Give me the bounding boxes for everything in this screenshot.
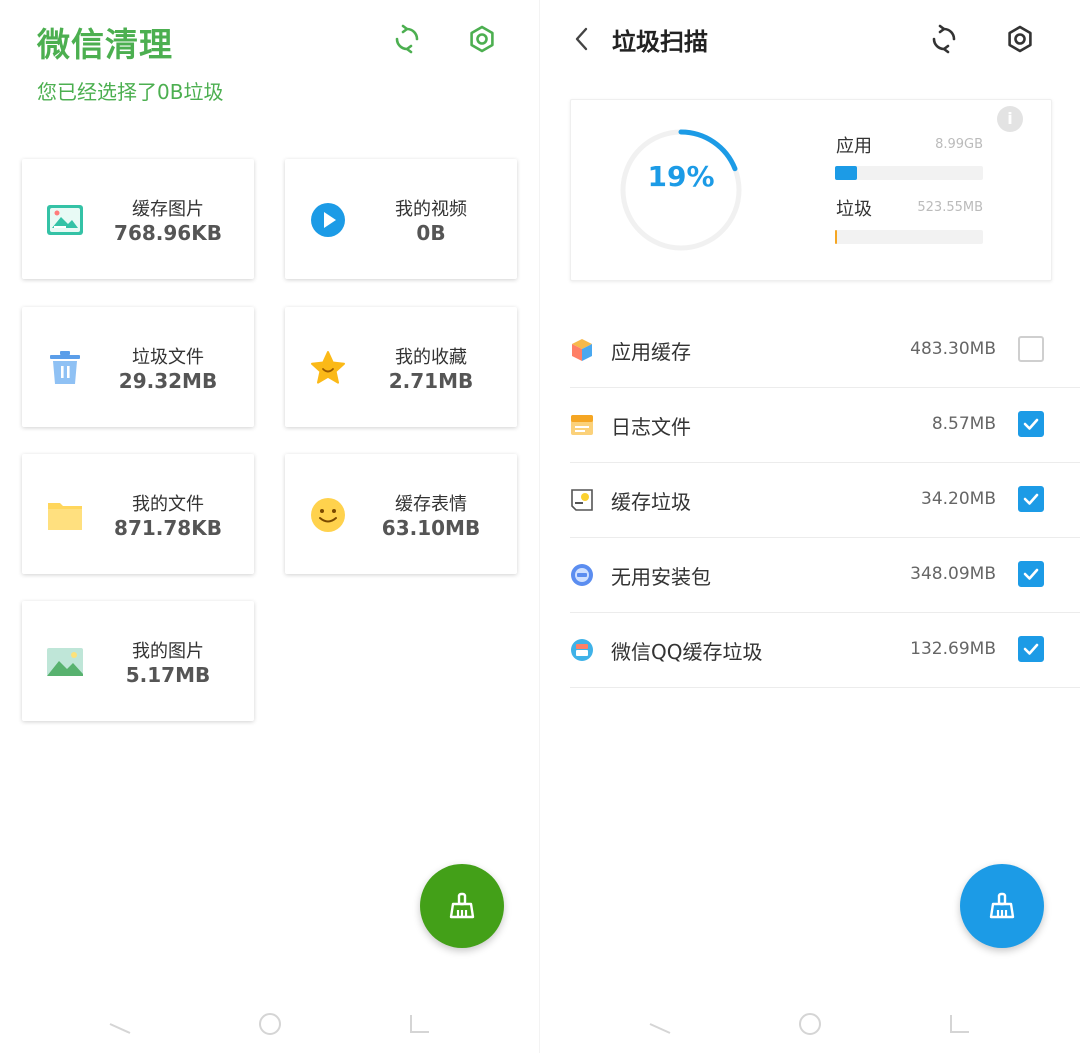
card-value: 871.78KB: [114, 516, 222, 540]
progress-percent: 19%: [647, 160, 715, 193]
card-label: 我的图片: [132, 641, 204, 662]
nav-recents-icon[interactable]: [408, 1013, 432, 1035]
cube-icon: [570, 338, 594, 362]
check-icon: [1023, 493, 1039, 505]
item-size: 34.20MB: [921, 489, 996, 509]
item-checkbox[interactable]: [1018, 336, 1044, 362]
card-my-pictures[interactable]: 我的图片 5.17MB: [22, 601, 254, 721]
card-value: 2.71MB: [388, 369, 474, 393]
item-checkbox[interactable]: [1018, 561, 1044, 587]
check-icon: [1023, 643, 1039, 655]
item-label: 微信QQ缓存垃圾: [611, 640, 763, 664]
folder-icon: [46, 497, 84, 533]
settings-icon[interactable]: [1003, 22, 1037, 56]
app-size: 8.99GB: [935, 137, 983, 152]
selected-junk-summary: 您已经选择了0B垃圾: [37, 80, 224, 104]
check-icon: [1023, 418, 1039, 430]
item-label: 缓存垃圾: [611, 490, 691, 514]
card-my-files[interactable]: 我的文件 871.78KB: [22, 454, 254, 574]
page-title: 微信清理: [37, 25, 173, 64]
broom-icon: [449, 892, 475, 919]
page-title: 垃圾扫描: [612, 28, 708, 56]
card-value: 63.10MB: [381, 516, 481, 540]
junk-usage-fill: [835, 230, 837, 244]
list-item[interactable]: 日志文件 8.57MB: [570, 387, 1080, 463]
item-size: 348.09MB: [910, 564, 996, 584]
card-label: 我的视频: [395, 199, 467, 220]
nav-bar: [648, 1011, 972, 1037]
nav-back-icon[interactable]: [108, 1013, 132, 1035]
item-checkbox[interactable]: [1018, 636, 1044, 662]
card-my-videos[interactable]: 我的视频 0B: [285, 159, 517, 279]
nav-bar: [108, 1011, 432, 1037]
item-label: 应用缓存: [611, 340, 691, 364]
card-label: 我的文件: [132, 494, 204, 515]
image-cache-icon: [46, 202, 84, 238]
card-value: 29.32MB: [118, 369, 218, 393]
item-label: 日志文件: [611, 415, 691, 439]
nav-back-icon[interactable]: [648, 1013, 672, 1035]
picture-icon: [46, 644, 84, 680]
card-value: 768.96KB: [114, 221, 222, 245]
chat-cache-icon: [570, 638, 594, 662]
card-value: 0B: [416, 221, 446, 245]
item-checkbox[interactable]: [1018, 486, 1044, 512]
app-usage-fill: [835, 166, 858, 180]
item-checkbox[interactable]: [1018, 411, 1044, 437]
item-size: 483.30MB: [910, 339, 996, 359]
item-label: 无用安装包: [611, 565, 711, 589]
junk-label: 垃圾: [836, 199, 872, 220]
card-label: 缓存表情: [395, 494, 467, 515]
nav-recents-icon[interactable]: [948, 1013, 972, 1035]
item-size: 132.69MB: [910, 639, 996, 659]
list-item[interactable]: 无用安装包 348.09MB: [570, 537, 1080, 613]
card-cached-images[interactable]: 缓存图片 768.96KB: [22, 159, 254, 279]
app-label: 应用: [836, 136, 872, 157]
trash-icon: [46, 350, 84, 386]
clean-button[interactable]: [420, 864, 504, 948]
wechat-clean-screen: 微信清理 您已经选择了0B垃圾 缓存图片 768.96KB 我的视频 0B 垃圾…: [0, 0, 540, 1053]
list-item[interactable]: 应用缓存 483.30MB: [570, 312, 1080, 388]
back-icon[interactable]: [570, 24, 596, 54]
smiley-icon: [309, 497, 347, 533]
check-icon: [1023, 568, 1039, 580]
card-cached-stickers[interactable]: 缓存表情 63.10MB: [285, 454, 517, 574]
clean-button[interactable]: [960, 864, 1044, 948]
broom-icon: [989, 892, 1015, 919]
settings-icon[interactable]: [465, 22, 499, 56]
card-label: 垃圾文件: [132, 347, 204, 368]
package-icon: [570, 563, 594, 587]
info-icon[interactable]: i: [997, 106, 1023, 132]
nav-home-icon[interactable]: [797, 1011, 823, 1037]
card-label: 我的收藏: [395, 347, 467, 368]
storage-summary-card: 19% 应用 8.99GB 垃圾 523.55MB i: [570, 99, 1052, 281]
card-value: 5.17MB: [125, 663, 211, 687]
refresh-icon[interactable]: [927, 22, 961, 56]
list-item[interactable]: 缓存垃圾 34.20MB: [570, 462, 1080, 538]
star-icon: [309, 350, 347, 386]
list-item[interactable]: 微信QQ缓存垃圾 132.69MB: [570, 612, 1080, 688]
refresh-icon[interactable]: [390, 22, 424, 56]
junk-usage-bar: [835, 230, 983, 244]
app-usage-bar: [835, 166, 983, 180]
card-my-favorites[interactable]: 我的收藏 2.71MB: [285, 307, 517, 427]
junk-scan-screen: 垃圾扫描 19% 应用 8.99GB 垃圾 523.55MB i 应用缓存 48…: [540, 0, 1080, 1053]
cache-junk-icon: [570, 488, 594, 512]
log-icon: [570, 413, 594, 437]
play-icon: [309, 202, 347, 238]
card-junk-files[interactable]: 垃圾文件 29.32MB: [22, 307, 254, 427]
item-size: 8.57MB: [931, 414, 996, 434]
nav-home-icon[interactable]: [257, 1011, 283, 1037]
card-label: 缓存图片: [132, 199, 204, 220]
junk-size: 523.55MB: [917, 200, 983, 215]
